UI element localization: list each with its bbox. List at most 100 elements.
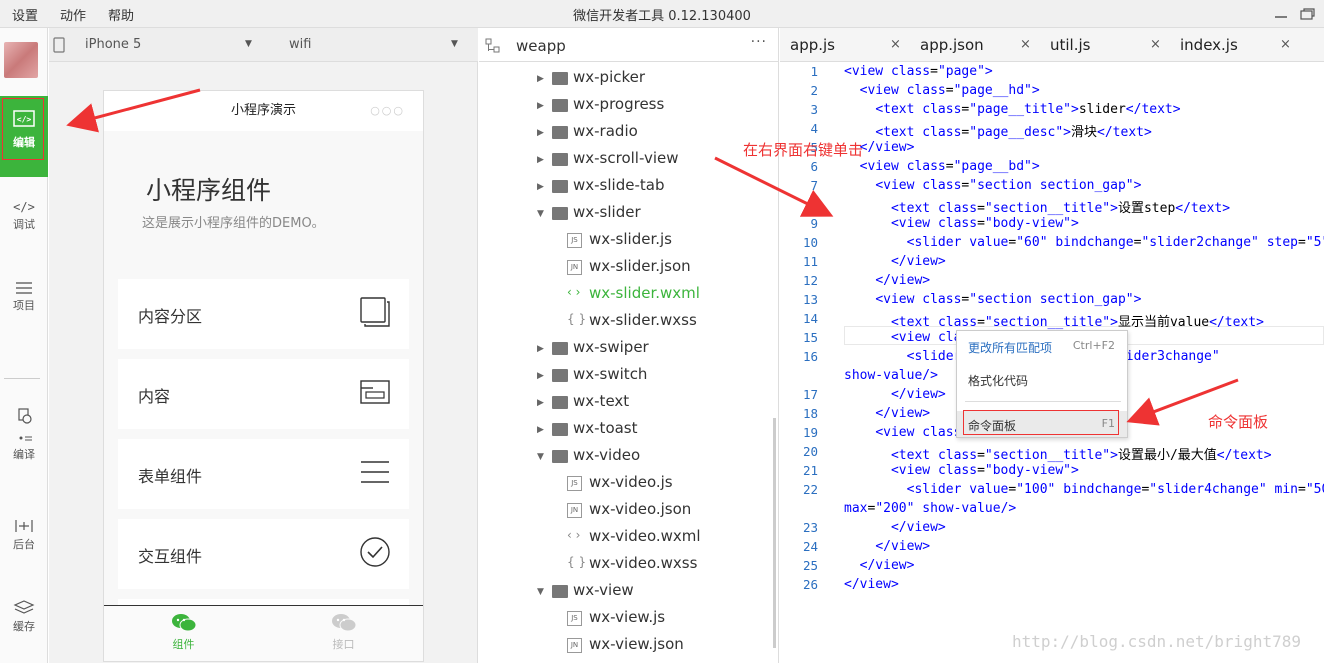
phone-frame: 小程序演示 ○○○ 小程序组件 这是展示小程序组件的DEMO。 内容分区 内容 … [103, 90, 424, 662]
tree-file[interactable]: ‹ › wx-slider.wxml [479, 282, 769, 309]
list-icon [16, 282, 32, 294]
tree-folder[interactable]: ▶ wx-picker [479, 66, 769, 93]
tree-folder[interactable]: ▶ wx-scroll-view [479, 147, 769, 174]
chevron-right-icon[interactable]: ▶ [537, 371, 544, 381]
scrollbar[interactable] [773, 418, 776, 648]
sidebar-item-project[interactable]: 项目 [0, 275, 48, 355]
chevron-right-icon[interactable]: ▶ [537, 344, 544, 354]
tree-folder[interactable]: ▶ wx-switch [479, 363, 769, 390]
card-item[interactable]: 表单组件 [118, 439, 409, 509]
chevron-right-icon[interactable]: ▶ [537, 74, 544, 84]
tree-folder[interactable]: ▶ wx-text [479, 390, 769, 417]
wechat-icon [331, 614, 356, 632]
folder-icon [552, 180, 568, 193]
code-token: <view [859, 159, 907, 174]
tab-app-js[interactable]: app.js × [780, 28, 910, 62]
tree-folder[interactable]: ▼ wx-video [479, 444, 769, 471]
chevron-down-icon[interactable]: ▼ [245, 39, 252, 49]
tree-folder[interactable]: ▶ wx-progress [479, 93, 769, 120]
tree-folder[interactable]: ▼ wx-slider [479, 201, 769, 228]
avatar[interactable] [4, 42, 38, 78]
chevron-right-icon[interactable]: ▶ [537, 425, 544, 435]
tree-icon[interactable] [485, 38, 501, 54]
line-number: 21 [802, 463, 818, 478]
tree-folder[interactable]: ▼ wx-view [479, 579, 769, 606]
card-item[interactable]: 交互组件 [118, 519, 409, 589]
tab-components[interactable]: 组件 [104, 612, 263, 652]
line-number: 24 [802, 539, 818, 554]
tab-api[interactable]: 接口 [264, 612, 423, 652]
tree-file[interactable]: JN wx-video.json [479, 498, 769, 525]
tree-file[interactable]: JN wx-slider.json [479, 255, 769, 282]
tab-index-js[interactable]: index.js × [1170, 28, 1300, 62]
card-item[interactable]: 内容 [118, 359, 409, 429]
chevron-down-icon[interactable]: ▼ [451, 39, 458, 49]
code-token: class [937, 216, 978, 231]
code-token: = [1298, 235, 1306, 250]
code-token: <view [890, 330, 938, 345]
sidebar-item-label: 项目 [13, 299, 35, 312]
tree-folder[interactable]: ▶ wx-slide-tab [479, 174, 769, 201]
card-label: 交互组件 [138, 547, 203, 566]
menu-bar: 设置 动作 帮助 微信开发者工具 0.12.130400 [0, 0, 1324, 28]
sidebar-item-debug[interactable]: </> 调试 [0, 194, 48, 274]
code-line: show-value/> [844, 368, 938, 383]
more-icon[interactable]: ··· [751, 34, 767, 50]
close-icon[interactable]: × [1280, 37, 1291, 52]
tree-file[interactable]: JN wx-view.json [479, 633, 769, 660]
js-file-icon: JS [567, 233, 582, 248]
chevron-right-icon[interactable]: ▶ [537, 398, 544, 408]
tree-file[interactable]: JS wx-video.js [479, 471, 769, 498]
code-token: "page__desc" [969, 125, 1064, 140]
sidebar-item-backend[interactable]: 后台 [0, 514, 48, 594]
chevron-down-icon[interactable]: ▼ [537, 452, 544, 462]
chevron-right-icon[interactable]: ▶ [537, 182, 544, 192]
card-item[interactable]: 内容分区 [118, 279, 409, 349]
maximize-icon[interactable] [1299, 7, 1315, 21]
tree-file[interactable]: { } wx-slider.wxss [479, 309, 769, 336]
close-icon[interactable]: × [1150, 37, 1161, 52]
tab-util-js[interactable]: util.js × [1040, 28, 1170, 62]
code-token: "100" [1016, 482, 1056, 497]
menu-actions[interactable]: 动作 [60, 5, 86, 24]
menu-item-format-code[interactable]: 格式化代码 [957, 366, 1127, 392]
menu-settings[interactable]: 设置 [12, 5, 38, 24]
code-line: max="200" show-value/> [844, 501, 1016, 516]
minimize-icon[interactable] [1273, 7, 1289, 21]
chevron-right-icon[interactable]: ▶ [537, 155, 544, 165]
chevron-down-icon[interactable]: ▼ [537, 209, 544, 219]
chevron-right-icon[interactable]: ▶ [537, 128, 544, 138]
chevron-right-icon[interactable]: ▶ [537, 101, 544, 111]
tab-app-json[interactable]: app.json × [910, 28, 1040, 62]
tree-file[interactable]: { } wx-video.wxss [479, 552, 769, 579]
code-line: <view class="page__bd"> [844, 159, 1040, 174]
tree-folder[interactable]: ▶ wx-radio [479, 120, 769, 147]
phone-icon[interactable] [53, 37, 65, 53]
close-icon[interactable]: × [1020, 37, 1031, 52]
chevron-down-icon[interactable]: ▼ [537, 587, 544, 597]
close-icon[interactable]: × [890, 37, 901, 52]
line-number: 1 [810, 64, 818, 79]
sidebar-item-compile[interactable]: 编译 [0, 404, 48, 484]
tree-file[interactable]: ‹ › wx-video.wxml [479, 525, 769, 552]
tree-file[interactable]: JS wx-view.js [479, 606, 769, 633]
menu-help[interactable]: 帮助 [108, 5, 134, 24]
tab-label: util.js [1050, 36, 1091, 54]
sidebar-item-cache[interactable]: 缓存 [0, 596, 48, 663]
code-token: = [945, 83, 954, 98]
tree-label: wx-slider.json [589, 257, 691, 275]
network-select[interactable]: wifi [289, 37, 311, 52]
device-select[interactable]: iPhone 5 [85, 37, 141, 52]
tree-folder[interactable]: ▶ wx-toast [479, 417, 769, 444]
tree-file[interactable]: JS wx-slider.js [479, 228, 769, 255]
tree-folder[interactable]: ▶ wx-swiper [479, 336, 769, 363]
menu-item-change-all[interactable]: 更改所有匹配项 Ctrl+F2 [957, 333, 1127, 359]
more-dots-icon[interactable]: ○○○ [370, 91, 405, 131]
